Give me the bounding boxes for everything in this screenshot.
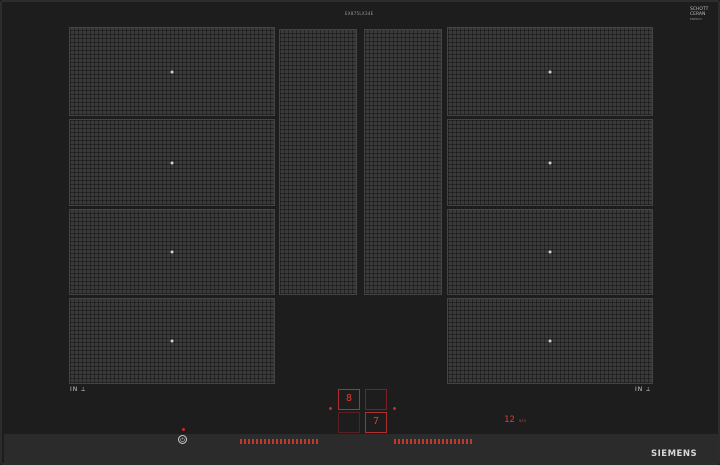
power-level-bottom: 7	[373, 416, 380, 427]
zone-center-mark	[548, 339, 552, 343]
zone-display-bottom-left[interactable]	[338, 412, 360, 433]
timer-display[interactable]: 12	[504, 415, 515, 425]
cooking-zone-right-4[interactable]	[447, 298, 653, 384]
control-panel	[4, 434, 718, 463]
model-label: EX875LX34E	[345, 11, 374, 16]
power-slider-left[interactable]	[240, 439, 318, 444]
induction-mark-left: IN ⟂	[70, 386, 87, 393]
cooktop-glass: EX875LX34E SCHOTT CERAN ENERGY IN ⟂ IN ⟂…	[0, 0, 720, 465]
cooking-zone-center-right[interactable]	[364, 29, 442, 295]
zone-display-bottom[interactable]: 7	[365, 412, 387, 433]
cooking-zone-right-3[interactable]	[447, 209, 653, 295]
power-level-top: 8	[346, 393, 353, 404]
power-icon[interactable]: ⏻	[178, 435, 187, 444]
indicator-led	[329, 407, 332, 410]
cooking-zone-left-2[interactable]	[69, 119, 275, 206]
timer-unit: min	[519, 418, 527, 423]
zone-display-top-right[interactable]	[365, 389, 387, 410]
glass-brand-mark: SCHOTT CERAN ENERGY	[690, 7, 709, 21]
cooking-zone-right-1[interactable]	[447, 27, 653, 116]
zone-center-mark	[170, 161, 174, 164]
zone-center-mark	[170, 339, 174, 343]
cooking-zone-left-4[interactable]	[69, 298, 275, 384]
induction-mark-right: IN ⟂	[635, 386, 652, 393]
zone-center-mark	[548, 250, 552, 254]
cooking-zone-left-1[interactable]	[69, 27, 275, 116]
power-indicator-led	[182, 428, 185, 431]
cooking-zone-center-left[interactable]	[279, 29, 357, 295]
zone-center-mark	[548, 161, 552, 164]
cooking-zone-left-3[interactable]	[69, 209, 275, 295]
zone-center-mark	[170, 250, 174, 254]
cooking-zone-right-2[interactable]	[447, 119, 653, 206]
zone-center-mark	[170, 70, 174, 73]
brand-logo: SIEMENS	[651, 449, 698, 459]
zone-center-mark	[548, 70, 552, 73]
power-slider-right[interactable]	[394, 439, 472, 444]
indicator-led	[393, 407, 396, 410]
zone-display-top[interactable]: 8	[338, 389, 360, 410]
